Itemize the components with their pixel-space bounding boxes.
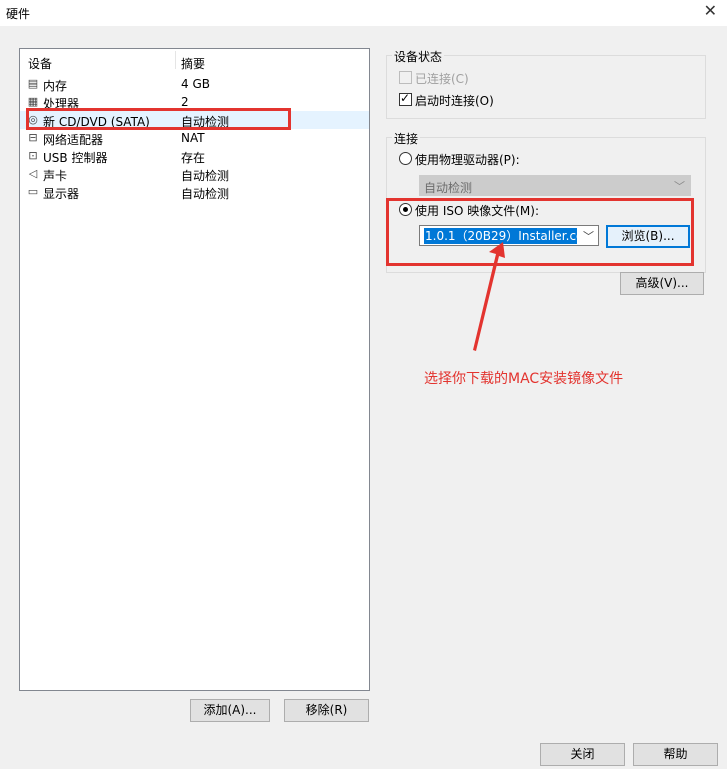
- add-button[interactable]: 添加(A)...: [190, 699, 270, 722]
- device-summary: 4 GB: [181, 77, 210, 91]
- device-list-header: 设备 摘要: [20, 49, 369, 71]
- close-icon[interactable]: ✕: [704, 1, 717, 20]
- processor-icon: ▦: [27, 95, 39, 108]
- advanced-button[interactable]: 高级(V)...: [620, 272, 704, 295]
- column-separator[interactable]: [175, 51, 176, 69]
- sound-icon: ◁: [28, 167, 38, 180]
- close-button[interactable]: 关闭: [540, 743, 625, 766]
- connection-title: 连接: [392, 130, 421, 147]
- annotation-arrow-icon: [473, 242, 505, 351]
- device-summary: 存在: [181, 151, 206, 165]
- device-status-title: 设备状态: [392, 48, 445, 65]
- connect-at-power-on-label: 启动时连接(O): [415, 94, 494, 108]
- device-name: 声卡: [43, 169, 68, 183]
- display-icon: ▭: [27, 185, 39, 198]
- device-summary: 2: [181, 95, 189, 109]
- device-name: 新 CD/DVD (SATA): [43, 115, 150, 129]
- usb-icon: ⊡: [28, 149, 38, 162]
- title-bar: 硬件 ✕: [0, 0, 727, 26]
- device-row-network[interactable]: ⊟ 网络适配器 NAT: [20, 129, 369, 147]
- device-row-cd-dvd[interactable]: ◎ 新 CD/DVD (SATA) 自动检测: [20, 111, 369, 129]
- device-summary: 自动检测: [181, 115, 230, 129]
- annotation-text: 选择你下载的MAC安装镜像文件: [424, 371, 624, 387]
- window-title: 硬件: [6, 7, 31, 21]
- device-row-processor[interactable]: ▦ 处理器 2: [20, 93, 369, 111]
- physical-drive-label: 使用物理驱动器(P):: [415, 153, 520, 167]
- device-name: 网络适配器: [43, 133, 104, 147]
- connected-checkbox[interactable]: [399, 71, 412, 84]
- physical-drive-radio[interactable]: [399, 152, 412, 165]
- connected-label: 已连接(C): [415, 72, 469, 86]
- physical-drive-select-value: 自动检测: [424, 181, 473, 195]
- iso-image-label: 使用 ISO 映像文件(M):: [415, 204, 539, 218]
- help-button[interactable]: 帮助: [633, 743, 718, 766]
- iso-image-radio[interactable]: [399, 203, 412, 216]
- device-summary: NAT: [181, 131, 205, 145]
- device-name: 内存: [43, 79, 68, 93]
- memory-icon: ▤: [27, 77, 39, 90]
- remove-button[interactable]: 移除(R): [284, 699, 369, 722]
- device-row-usb[interactable]: ⊡ USB 控制器 存在: [20, 147, 369, 165]
- network-icon: ⊟: [28, 131, 38, 144]
- column-header-device[interactable]: 设备: [28, 55, 52, 72]
- device-name: 显示器: [43, 187, 80, 201]
- physical-drive-select[interactable]: 自动检测 ﹀: [419, 175, 691, 196]
- device-summary: 自动检测: [181, 169, 230, 183]
- device-name: 处理器: [43, 97, 80, 111]
- device-name: USB 控制器: [43, 151, 108, 165]
- device-row-display[interactable]: ▭ 显示器 自动检测: [20, 183, 369, 201]
- device-row-memory[interactable]: ▤ 内存 4 GB: [20, 75, 369, 93]
- cd-dvd-icon: ◎: [28, 113, 38, 126]
- device-row-sound[interactable]: ◁ 声卡 自动检测: [20, 165, 369, 183]
- device-list[interactable]: 设备 摘要 ▤ 内存 4 GB ▦ 处理器 2 ◎ 新 CD/DVD (SATA…: [19, 48, 370, 691]
- browse-button[interactable]: 浏览(B)...: [606, 225, 690, 248]
- device-summary: 自动检测: [181, 187, 230, 201]
- chevron-down-icon[interactable]: ﹀: [583, 228, 594, 244]
- chevron-down-icon: ﹀: [674, 180, 685, 193]
- connect-at-power-on-checkbox[interactable]: [399, 91, 412, 106]
- column-header-summary[interactable]: 摘要: [181, 55, 205, 72]
